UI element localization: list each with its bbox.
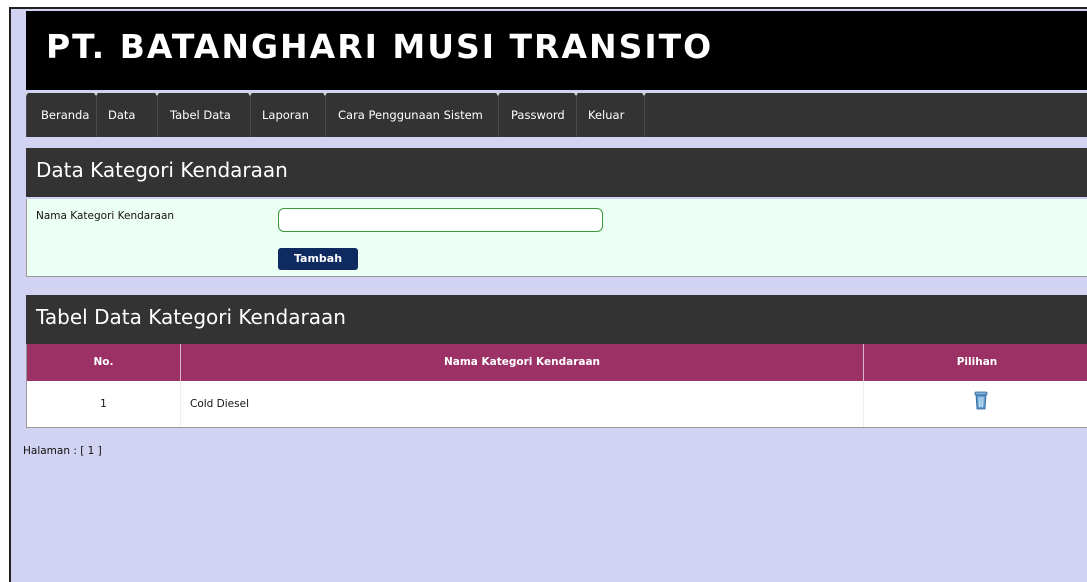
nav-item-data[interactable]: Data [108, 93, 135, 137]
category-name-label: Nama Kategori Kendaraan [36, 210, 175, 222]
nav-item-beranda[interactable]: Beranda [41, 93, 89, 137]
column-header-no: No. [27, 344, 181, 381]
nav-separator [574, 93, 578, 137]
column-header-name: Nama Kategori Kendaraan [181, 344, 864, 381]
nav-separator [642, 93, 646, 137]
site-title: PT. BATANGHARI MUSI TRANSITO [46, 27, 714, 66]
nav-item-laporan[interactable]: Laporan [262, 93, 309, 137]
nav-item-password[interactable]: Password [511, 93, 565, 137]
category-name-input[interactable] [278, 208, 603, 232]
category-form: Nama Kategori Kendaraan Tambah [26, 199, 1087, 277]
page-frame: PT. BATANGHARI MUSI TRANSITO Beranda Dat… [9, 7, 1087, 582]
nav-separator [496, 93, 500, 137]
main-nav: Beranda Data Tabel Data Laporan Cara Pen… [24, 93, 1087, 137]
form-section-header: Data Kategori Kendaraan [26, 148, 1087, 197]
table-section-title: Tabel Data Kategori Kendaraan [36, 305, 346, 329]
nav-separator [24, 93, 28, 137]
category-table: No. Nama Kategori Kendaraan Pilihan 1 Co… [26, 344, 1087, 428]
nav-separator [248, 93, 252, 137]
column-header-action: Pilihan [864, 344, 1087, 381]
nav-separator [323, 93, 327, 137]
nav-separator [155, 93, 159, 137]
pagination: Halaman : [ 1 ] [23, 445, 102, 457]
row-number: 1 [27, 381, 181, 427]
form-section-title: Data Kategori Kendaraan [36, 158, 288, 182]
table-section-header: Tabel Data Kategori Kendaraan [26, 295, 1087, 344]
trash-icon[interactable] [974, 390, 988, 410]
add-button[interactable]: Tambah [278, 248, 358, 270]
nav-item-keluar[interactable]: Keluar [588, 93, 624, 137]
nav-item-tabel-data[interactable]: Tabel Data [170, 93, 231, 137]
nav-item-cara-penggunaan[interactable]: Cara Penggunaan Sistem [338, 93, 483, 137]
nav-separator [94, 93, 98, 137]
row-category-name: Cold Diesel [181, 381, 864, 427]
header-banner: PT. BATANGHARI MUSI TRANSITO [26, 11, 1087, 90]
